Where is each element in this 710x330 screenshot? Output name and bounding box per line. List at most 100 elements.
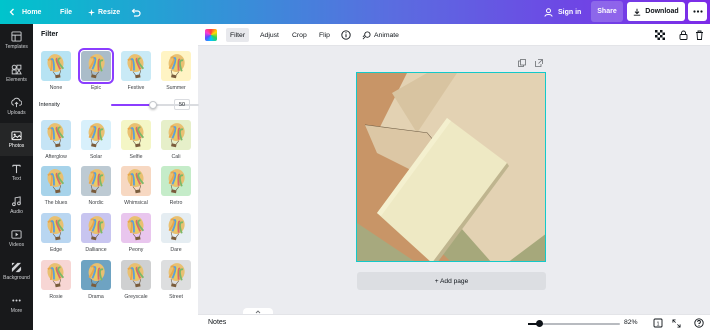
nav-item-background[interactable]: Background [0,255,33,288]
animate-label: Animate [374,31,399,39]
resize-button[interactable]: Resize [88,0,120,24]
filter-nordic[interactable] [81,166,111,196]
zoom-slider[interactable] [528,320,620,327]
undo-icon [131,8,141,17]
nav-item-photos[interactable]: Photos [0,123,33,156]
filter-rosie[interactable] [41,260,71,290]
notes-button[interactable]: Notes [208,319,226,326]
nav-item-templates[interactable]: Templates [0,24,33,57]
filter-label: Nordic [88,200,104,206]
nav-item-uploads[interactable]: Uploads [0,90,33,123]
filter-the-blues[interactable] [41,166,71,196]
filter-thumbnail-image [41,120,71,150]
adjust-button[interactable]: Adjust [256,28,283,42]
filter-dare[interactable] [161,213,191,243]
nav-item-label: Photos [8,143,25,149]
nav-item-more[interactable]: More [0,288,33,321]
file-label: File [60,8,73,16]
share-label: Share [597,8,617,15]
filter-retro[interactable] [161,166,191,196]
filter-thumbnail-image [161,260,191,290]
filter-dalliance[interactable] [81,213,111,243]
filter-label: Retro [169,200,183,206]
intensity-value-input[interactable]: 50 [174,99,190,110]
filter-cali[interactable] [161,120,191,150]
filter-greyscale[interactable] [121,260,151,290]
add-new-page-button[interactable] [535,59,543,67]
filter-solar[interactable] [81,120,111,150]
filter-label: Cali [171,154,181,160]
filter-thumbnail-image [41,213,71,243]
sign-in-button[interactable]: Sign in [544,0,581,24]
fullscreen-button[interactable] [671,318,681,328]
download-button[interactable]: Download [627,2,685,21]
pages-icon: 1 [653,318,663,328]
design-page[interactable] [356,72,546,262]
crop-button[interactable]: Crop [288,28,311,42]
filter-thumbnail-image [121,166,151,196]
share-button[interactable]: Share [591,1,623,22]
nav-item-label: Videos [8,242,25,248]
download-icon [634,8,641,16]
filter-label: Solar [89,154,103,160]
filter-label: The blues [44,200,68,206]
page-count: 1 [656,321,659,327]
filter-afterglow[interactable] [41,120,71,150]
filter-edge[interactable] [41,213,71,243]
nav-item-label: Templates [5,44,28,50]
nav-item-elements[interactable]: Elements [0,57,33,90]
filter-drama[interactable] [81,260,111,290]
filter-thumbnail-image [81,260,111,290]
info-icon [341,30,351,40]
filter-selfie[interactable] [121,120,151,150]
nav-item-audio[interactable]: Audio [0,189,33,222]
transparency-button[interactable] [654,29,666,41]
lock-button[interactable] [677,29,689,41]
filter-label: Epic [90,85,102,91]
filter-street[interactable] [161,260,191,290]
filter-epic[interactable] [78,48,114,84]
zoom-level[interactable]: 82% [624,319,638,326]
intensity-label: Intensity [39,102,60,108]
intensity-slider-fill [111,104,153,106]
filter-label: Afterglow [45,154,67,160]
flip-button[interactable]: Flip [315,28,334,42]
filter-none[interactable] [41,51,71,81]
filter-summer[interactable] [161,51,191,81]
filter-label: Whimsical [124,200,148,206]
zoom-slider-handle[interactable] [536,320,544,327]
home-button[interactable]: Home [9,0,41,24]
color-picker-button[interactable] [205,29,217,41]
filter-peony[interactable] [121,213,151,243]
filter-whimsical[interactable] [121,166,151,196]
lock-icon [679,30,687,40]
duplicate-page-button[interactable] [518,59,526,67]
animate-button[interactable]: Animate [358,28,403,42]
filter-festive[interactable] [121,51,151,81]
filter-thumbnail-image [161,213,191,243]
filter-label: Selfie [129,154,143,160]
panel-title: Filter [41,31,59,38]
help-button[interactable] [694,318,704,328]
sparkle-icon [88,8,95,16]
home-label: Home [22,8,42,16]
delete-button[interactable] [693,29,705,41]
envelope-photo[interactable] [357,73,546,262]
undo-button[interactable] [131,0,141,24]
text-icon [12,164,21,174]
file-menu-button[interactable]: File [60,0,72,24]
info-button[interactable] [337,28,355,42]
filter-thumbnail-image [41,260,71,290]
nav-item-text[interactable]: Text [0,156,33,189]
nav-item-videos[interactable]: Videos [0,222,33,255]
filter-thumbnail-image [81,166,111,196]
filter-label: Greyscale [124,294,148,300]
bottom-bar: Notes 82% 1 [198,314,710,330]
filter-label: Edge [49,247,63,253]
filter-tab-button[interactable]: Filter [226,28,250,42]
page-count-button[interactable]: 1 [653,318,663,328]
intensity-slider-handle[interactable] [148,101,157,109]
download-label: Download [645,8,679,15]
more-options-button[interactable] [688,2,707,21]
add-page-button[interactable]: + Add page [357,272,546,290]
